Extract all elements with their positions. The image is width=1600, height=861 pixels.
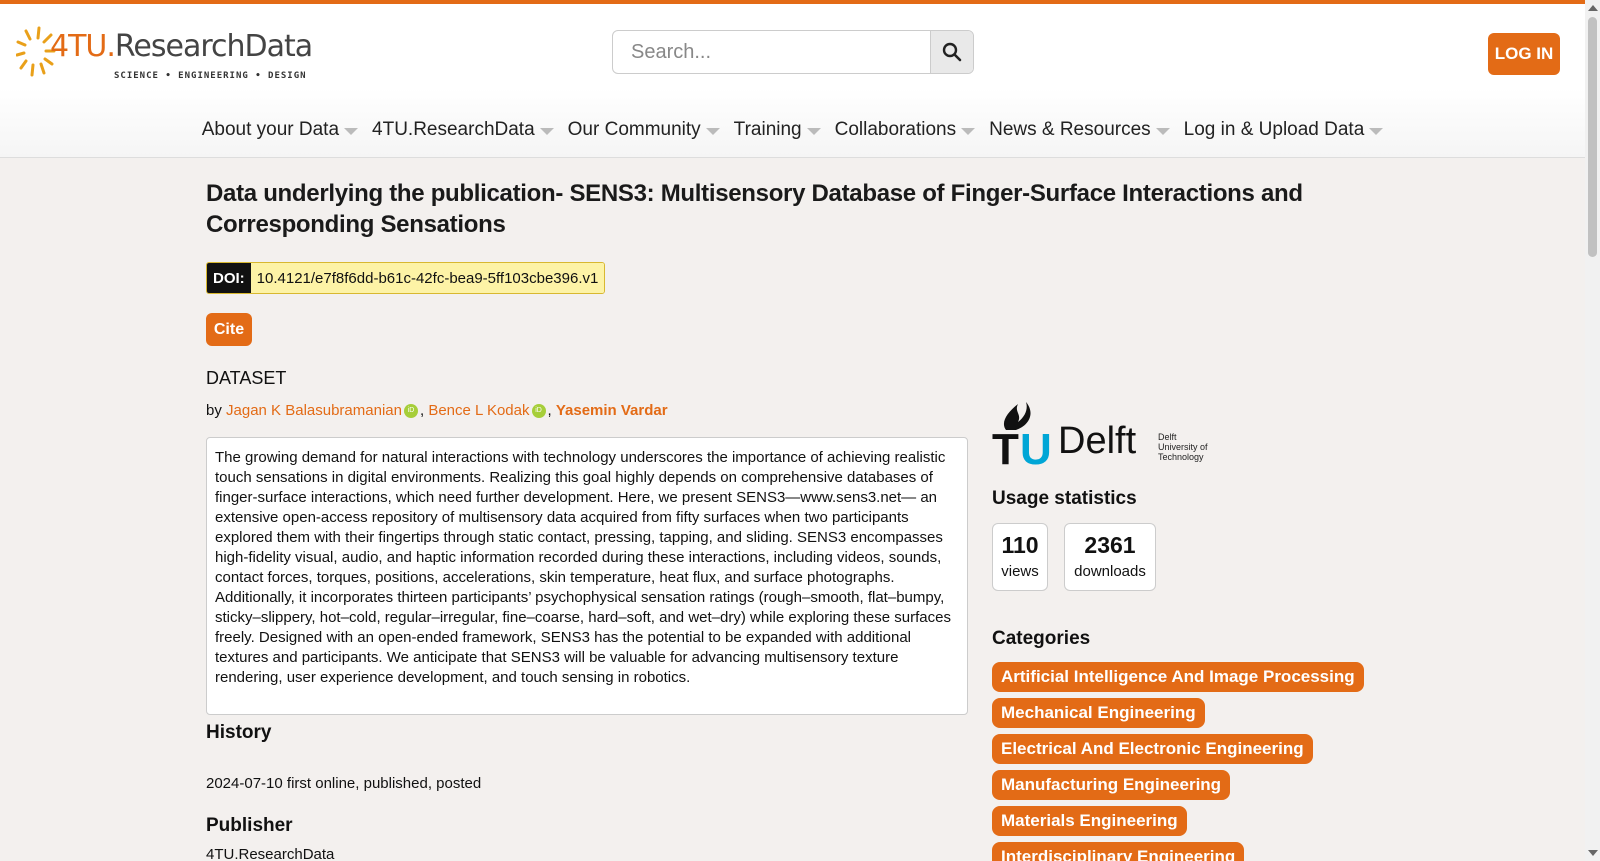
- category-tag[interactable]: Electrical And Electronic Engineering: [992, 734, 1313, 764]
- history-heading: History: [206, 722, 272, 743]
- cite-button[interactable]: Cite: [206, 313, 252, 346]
- downloads-stat: 2361 downloads: [1064, 523, 1156, 591]
- by-label: by: [206, 402, 222, 419]
- logo-4tu: 4TU.: [50, 29, 116, 64]
- caret-down-icon: [806, 127, 821, 135]
- publisher-heading: Publisher: [206, 815, 293, 836]
- caret-down-icon: [1369, 127, 1384, 135]
- page-scrollbar[interactable]: [1585, 0, 1600, 861]
- author-link[interactable]: Bence L Kodak: [428, 402, 529, 419]
- scroll-down-arrow-icon[interactable]: [1588, 850, 1598, 856]
- nav-about-your-data[interactable]: About your Data: [201, 119, 359, 141]
- tu-letter-t: T: [992, 425, 1019, 468]
- doi-value[interactable]: 10.4121/e7f8f6dd-b61c-42fc-bea9-5ff103cb…: [250, 263, 605, 293]
- nav-label: About your Data: [201, 119, 340, 140]
- caret-down-icon: [961, 127, 976, 135]
- views-stat: 110 views: [992, 523, 1048, 591]
- category-tag[interactable]: Mechanical Engineering: [992, 698, 1205, 728]
- site-logo[interactable]: 4TU.ResearchData SCIENCE • ENGINEERING •…: [16, 19, 316, 89]
- author-link[interactable]: Yasemin Vardar: [556, 402, 668, 419]
- nav-our-community[interactable]: Our Community: [568, 119, 720, 141]
- delft-wordmark: Delft: [1058, 420, 1137, 462]
- orcid-icon[interactable]: iD: [403, 404, 418, 418]
- login-button[interactable]: LOG IN: [1488, 33, 1560, 75]
- nav-news-resources[interactable]: News & Resources: [989, 119, 1170, 141]
- author-list: by Jagan K Balasubramanian iD, Bence L Ko…: [206, 402, 668, 419]
- delft-subtitle: Delft University of Technology: [1158, 432, 1208, 462]
- main-nav: About your Data 4TU.ResearchData Our Com…: [0, 119, 1585, 141]
- downloads-count: 2361: [1084, 532, 1136, 558]
- logo-researchdata: ResearchData: [114, 29, 313, 64]
- delft-sub-3: Technology: [1158, 452, 1204, 462]
- caret-down-icon: [1155, 127, 1170, 135]
- history-text: 2024-07-10 first online, published, post…: [206, 775, 482, 792]
- publisher-text: 4TU.ResearchData: [206, 846, 335, 861]
- caret-down-icon: [705, 127, 720, 135]
- nav-training[interactable]: Training: [734, 119, 821, 141]
- search-input[interactable]: [613, 31, 931, 73]
- doi-badge[interactable]: DOI: 10.4121/e7f8f6dd-b61c-42fc-bea9-5ff…: [206, 262, 606, 294]
- category-tag[interactable]: Materials Engineering: [992, 806, 1187, 836]
- caret-down-icon: [344, 127, 359, 135]
- scroll-up-arrow-icon[interactable]: [1588, 5, 1598, 11]
- category-tag[interactable]: Artificial Intelligence And Image Proces…: [992, 662, 1364, 692]
- search-icon: [942, 42, 962, 62]
- delft-sub-1: Delft: [1158, 432, 1177, 442]
- doi-label: DOI:: [207, 263, 251, 293]
- dataset-title: Data underlying the publication- SENS3: …: [206, 180, 1303, 238]
- nav-label: Our Community: [567, 119, 701, 140]
- category-tag[interactable]: Manufacturing Engineering: [992, 770, 1231, 800]
- nav-collaborations[interactable]: Collaborations: [834, 119, 976, 141]
- nav-label: News & Resources: [989, 119, 1151, 140]
- nav-login-upload[interactable]: Log in & Upload Data: [1184, 119, 1384, 141]
- nav-4tu-researchdata[interactable]: 4TU.ResearchData: [372, 119, 554, 141]
- usage-heading: Usage statistics: [992, 488, 1137, 509]
- tu-letters: U: [1020, 425, 1052, 468]
- downloads-label: downloads: [1074, 563, 1146, 580]
- views-count: 110: [1001, 532, 1039, 558]
- search-box: [612, 30, 974, 74]
- nav-label: Log in & Upload Data: [1183, 119, 1365, 140]
- views-label: views: [1001, 563, 1039, 580]
- author-link[interactable]: Jagan K Balasubramanian: [226, 402, 402, 419]
- logo-wordmark: 4TU.ResearchData: [50, 29, 313, 64]
- dataset-abstract: The growing demand for natural interacti…: [206, 437, 968, 715]
- nav-label: 4TU.ResearchData: [372, 119, 535, 140]
- site-header: 4TU.ResearchData SCIENCE • ENGINEERING •…: [0, 4, 1585, 158]
- category-list: Artificial Intelligence And Image Proces…: [992, 662, 1392, 861]
- scrollbar-thumb[interactable]: [1588, 17, 1597, 257]
- item-type-label: DATASET: [206, 368, 287, 388]
- nav-label: Collaborations: [834, 119, 957, 140]
- tu-delft-logo[interactable]: T U Delft Delft University of Technology: [992, 400, 1222, 474]
- categories-heading: Categories: [992, 628, 1091, 649]
- nav-label: Training: [733, 119, 802, 140]
- logo-tagline: SCIENCE • ENGINEERING • DESIGN: [114, 71, 307, 81]
- delft-sub-2: University of: [1158, 442, 1208, 452]
- category-tag[interactable]: Interdisciplinary Engineering: [992, 842, 1245, 861]
- caret-down-icon: [539, 127, 554, 135]
- orcid-icon[interactable]: iD: [531, 404, 546, 418]
- search-button[interactable]: [930, 31, 973, 73]
